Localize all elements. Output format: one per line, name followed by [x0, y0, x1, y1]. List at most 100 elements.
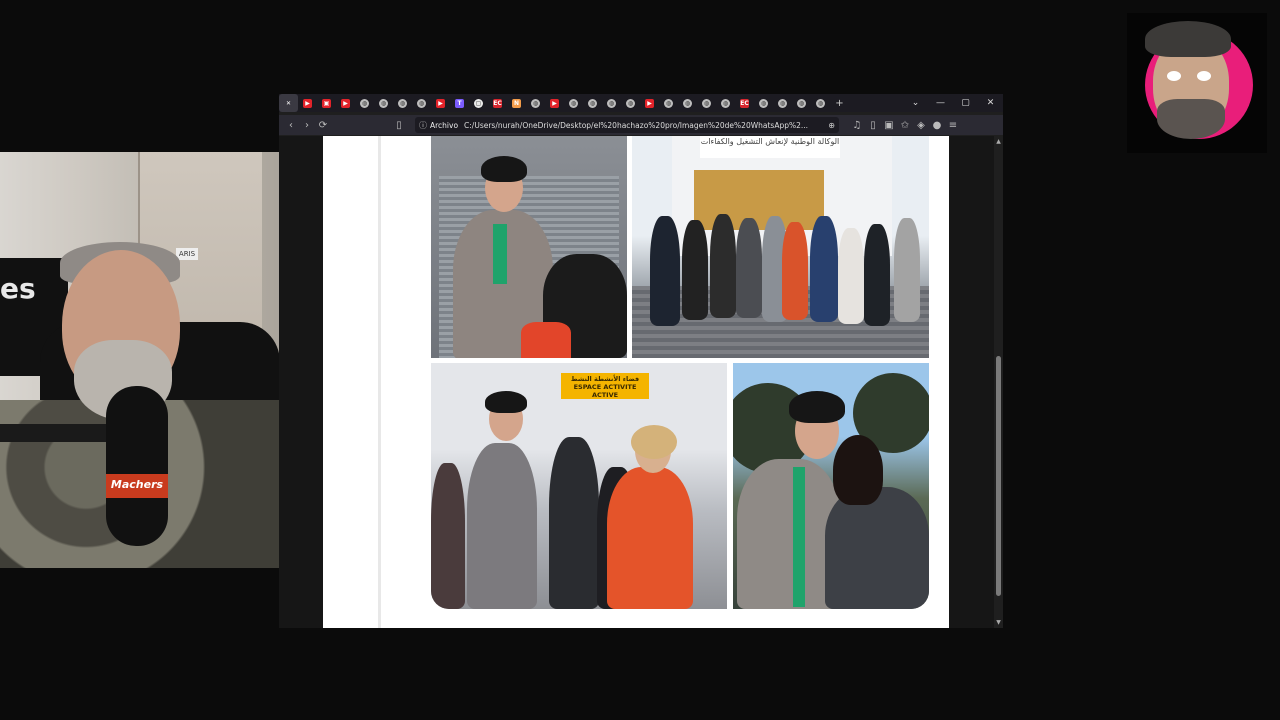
navigation-bar: ‹ › ⟳ ▯ ⓘ Archivo C:/Users/nurah/OneDriv…	[279, 115, 1003, 135]
globe-favicon: ◍	[360, 98, 369, 108]
browser-tab[interactable]: ▣	[317, 94, 336, 112]
zoom-icon[interactable]: ⊕	[828, 121, 835, 130]
activity-space-sign: فضاء الأنشطة النشط ESPACE ACTIVITE ACTIV…	[561, 373, 649, 399]
browser-tab[interactable]: ◍	[716, 94, 735, 112]
browser-tab[interactable]: ◍	[659, 94, 678, 112]
browser-tab[interactable]: ◍	[374, 94, 393, 112]
browser-tab[interactable]: ◍	[773, 94, 792, 112]
tab-strip: ✕ ▶ ▣ ▶ ◍ ◍ ◍ ◍ ▶ T ▢ EC N ◍ ▶ ◍ ◍ ◍ ◍ ▶ ◍ ◍ ◍ ◍ EC ◍ ◍ ◍ ◍	[279, 94, 830, 112]
group-member-blue-suit	[810, 216, 838, 322]
young-woman-coat	[825, 487, 929, 609]
browser-tab[interactable]: ◍	[602, 94, 621, 112]
scroll-down-arrow[interactable]: ▼	[994, 619, 1003, 626]
globe-favicon: ◍	[626, 98, 635, 108]
group-member-white	[838, 228, 864, 324]
room-sign: ARIS	[176, 248, 198, 260]
new-tab-button[interactable]: +	[830, 94, 849, 112]
scrollbar-thumb[interactable]	[996, 356, 1001, 596]
green-blouse	[493, 224, 507, 284]
browser-tab[interactable]: ▶	[431, 94, 450, 112]
browser-tab[interactable]: ▶	[298, 94, 317, 112]
browser-tab[interactable]: ▢	[469, 94, 488, 112]
sign-arabic-text: فضاء الأنشطة النشط	[570, 375, 640, 383]
toolbar-extension-icon[interactable]: ✩	[897, 115, 913, 135]
toolbar-icons: ♫ ▯ ▣ ✩ ◈ ● ≡	[849, 115, 961, 135]
youtube-favicon: ▶	[436, 98, 445, 108]
blonde-hair	[631, 425, 677, 459]
minimize-button[interactable]: —	[928, 94, 953, 112]
mic-arm	[0, 424, 110, 442]
youtube-favicon: ▶	[303, 98, 312, 108]
youtube-favicon: ▶	[341, 98, 350, 108]
toolbar-extension-icon[interactable]: ●	[929, 115, 945, 135]
browser-tab[interactable]: ◍	[697, 94, 716, 112]
group-member-10	[894, 218, 920, 322]
address-bar[interactable]: ⓘ Archivo C:/Users/nurah/OneDrive/Deskto…	[415, 117, 839, 133]
browser-tab[interactable]: ◍	[811, 94, 830, 112]
browser-tab[interactable]: EC	[735, 94, 754, 112]
active-tab-close-icon[interactable]: ✕	[279, 94, 298, 112]
globe-favicon: ◍	[797, 98, 806, 108]
woman-orange-coat	[607, 467, 693, 609]
browser-window: ✕ ▶ ▣ ▶ ◍ ◍ ◍ ◍ ▶ T ▢ EC N ◍ ▶ ◍ ◍ ◍ ◍ ▶ ◍ ◍ ◍ ◍ EC ◍ ◍ ◍ ◍ + ⌄ — ▢ …	[279, 94, 1003, 628]
browser-tab[interactable]: ▶	[640, 94, 659, 112]
image-document: الوكالة الوطنية لإنعاش التشغيل والكفاءات…	[323, 136, 949, 628]
sign-french-text: ESPACE ACTIVITE ACTIVE	[573, 383, 637, 399]
scroll-up-arrow[interactable]: ▲	[994, 138, 1003, 145]
avatar-eye-right	[1197, 71, 1211, 81]
ec-favicon: EC	[740, 98, 749, 108]
globe-favicon: ◍	[683, 98, 692, 108]
webcam-overlay: ARIS es Machers	[0, 152, 287, 568]
group-member-4	[736, 218, 762, 318]
browser-tab[interactable]: ◍	[583, 94, 602, 112]
browser-tab[interactable]: ◍	[526, 94, 545, 112]
browser-tab[interactable]: ▶	[545, 94, 564, 112]
globe-favicon: ◍	[379, 98, 388, 108]
vertical-scrollbar[interactable]: ▲ ▼	[994, 136, 1003, 628]
browser-tab[interactable]: ◍	[792, 94, 811, 112]
avatar-hair	[1145, 21, 1231, 57]
ec-favicon: EC	[493, 98, 502, 108]
globe-favicon: ◍	[531, 98, 540, 108]
group-member-9	[864, 224, 890, 326]
globe-favicon: ◍	[664, 98, 673, 108]
man-dark-suit	[549, 437, 599, 609]
toolbar-extension-icon[interactable]: ≡	[945, 115, 961, 135]
youtube-favicon: ▶	[550, 98, 559, 108]
globe-favicon: ◍	[607, 98, 616, 108]
toolbar-extension-icon[interactable]: ♫	[849, 115, 865, 135]
toolbar-extension-icon[interactable]: ◈	[913, 115, 929, 135]
streamer-avatar	[1127, 13, 1267, 153]
browser-tab[interactable]: N	[507, 94, 526, 112]
url-scheme-label: Archivo	[430, 120, 459, 130]
browser-tab[interactable]: ◍	[564, 94, 583, 112]
toolbar-extension-icon[interactable]: ▯	[865, 115, 881, 135]
browser-tab[interactable]: ◍	[754, 94, 773, 112]
browser-tab[interactable]: ▶	[336, 94, 355, 112]
tab-list-button[interactable]: ⌄	[903, 94, 928, 112]
browser-tab[interactable]: EC	[488, 94, 507, 112]
doc-favicon: ▢	[474, 98, 483, 108]
reload-button[interactable]: ⟳	[315, 115, 331, 135]
photo-two-women	[733, 363, 929, 609]
browser-tab[interactable]: ◍	[678, 94, 697, 112]
young-woman-hair	[833, 435, 883, 505]
browser-tab[interactable]: ◍	[412, 94, 431, 112]
browser-tab[interactable]: ◍	[621, 94, 640, 112]
browser-tab[interactable]: T	[450, 94, 469, 112]
toolbar-extension-icon[interactable]: ▣	[881, 115, 897, 135]
browser-tab[interactable]: ◍	[355, 94, 374, 112]
maximize-button[interactable]: ▢	[953, 94, 978, 112]
group-member-1	[650, 216, 680, 326]
window-close-button[interactable]: ✕	[978, 94, 1003, 112]
back-button[interactable]: ‹	[283, 115, 299, 135]
bookmark-icon[interactable]: ▯	[391, 115, 407, 135]
group-member-red-coat	[782, 222, 808, 320]
woman-short-hair	[481, 156, 527, 182]
forward-button[interactable]: ›	[299, 115, 315, 135]
group-member-2	[682, 220, 708, 320]
browser-tab[interactable]: ◍	[393, 94, 412, 112]
group-member-3	[710, 214, 736, 318]
n-favicon: N	[512, 98, 521, 108]
url-text[interactable]: C:/Users/nurah/OneDrive/Desktop/el%20hac…	[464, 121, 824, 130]
